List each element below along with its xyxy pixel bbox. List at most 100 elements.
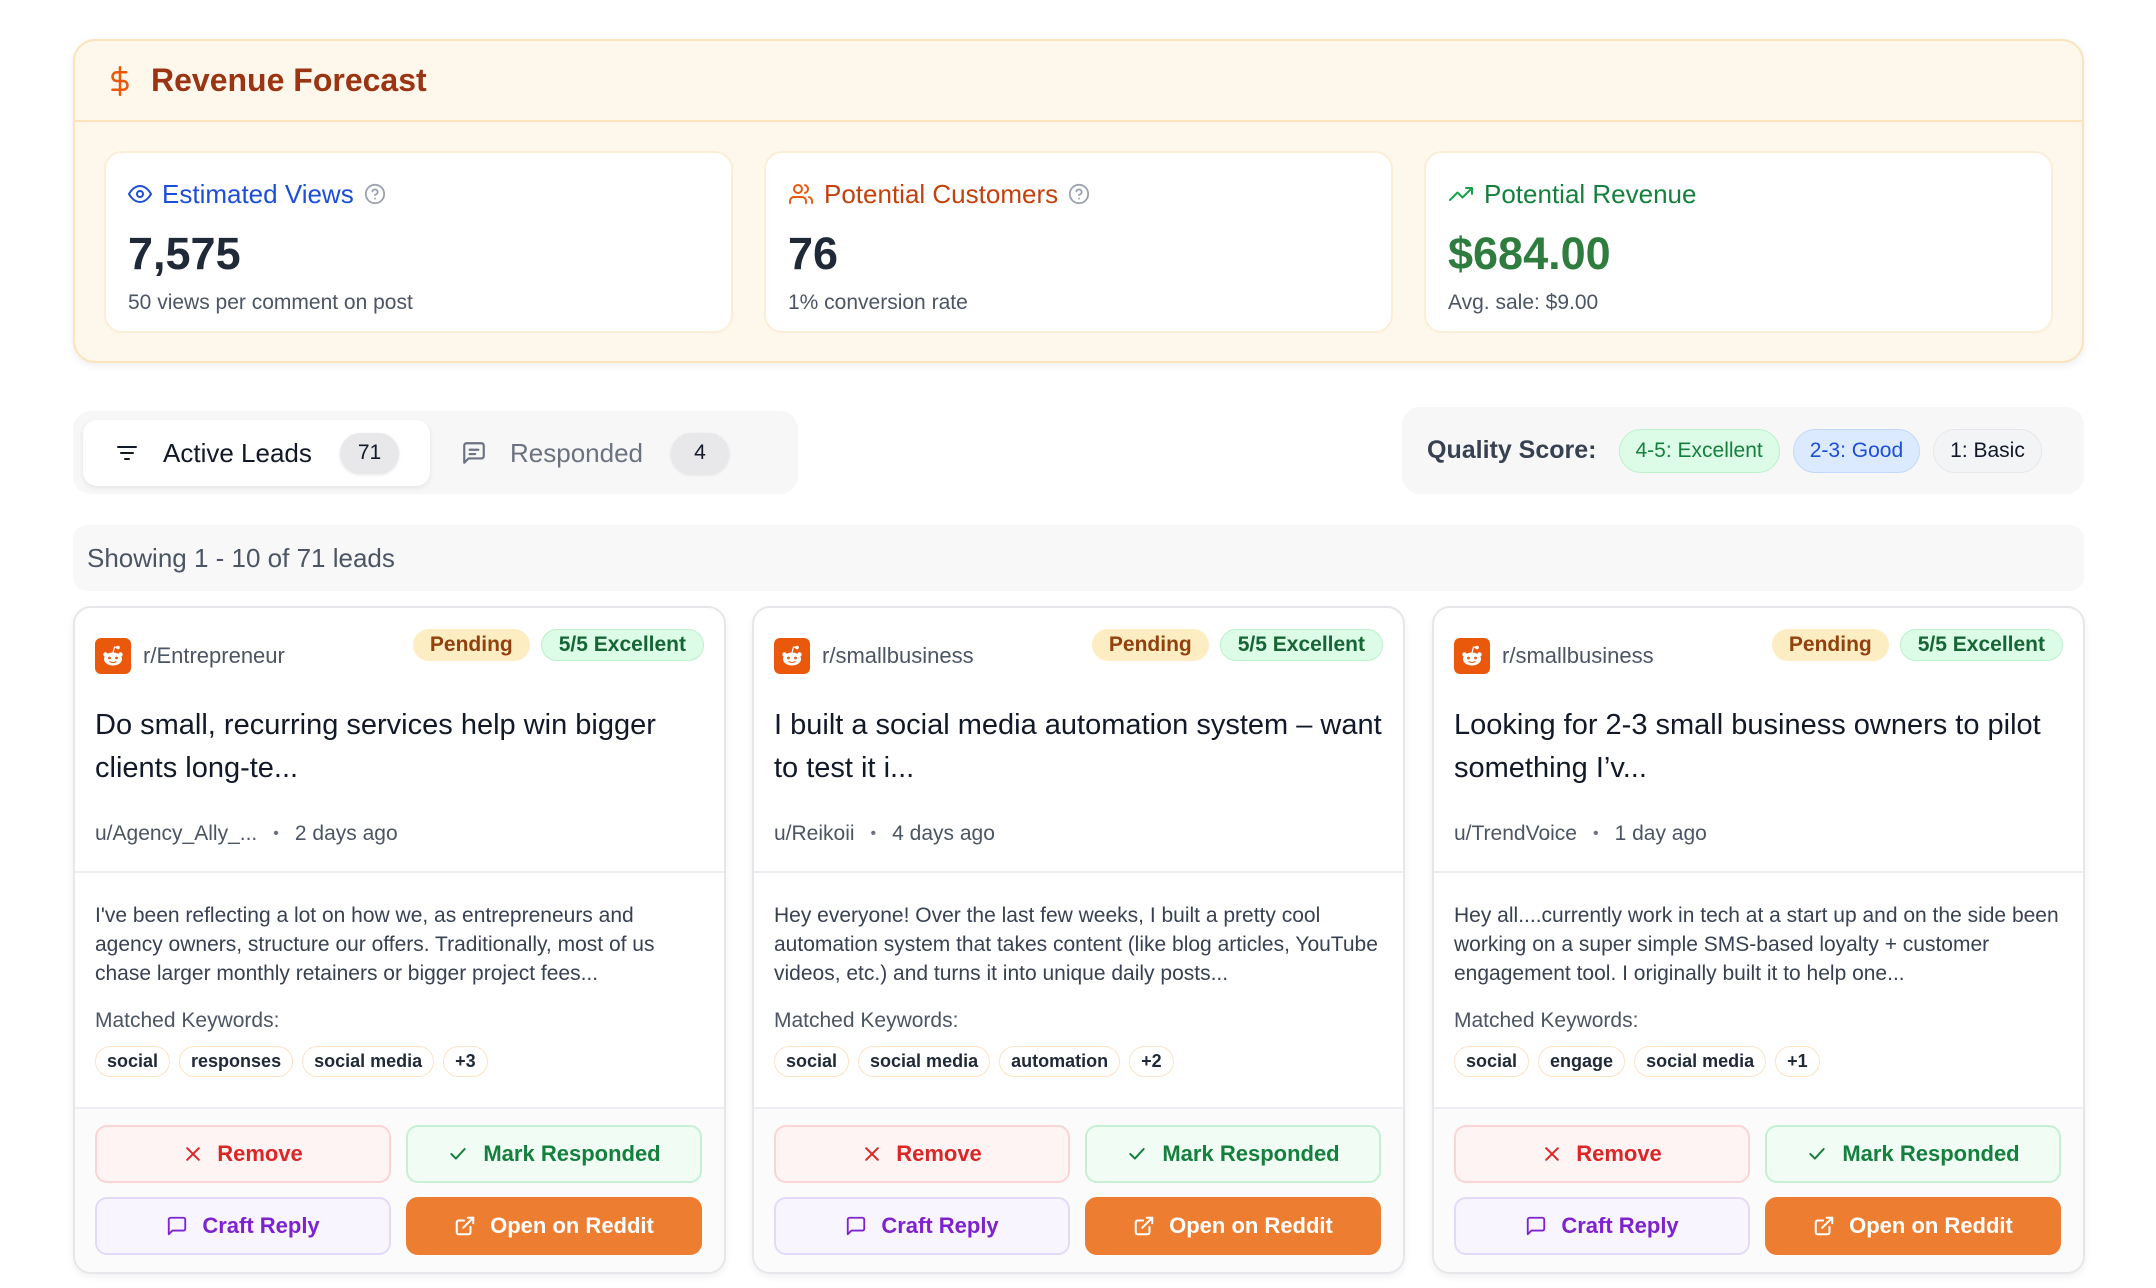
author-name: u/Reikoii xyxy=(774,822,855,845)
pagination-summary: Showing 1 - 10 of 71 leads xyxy=(73,525,2084,591)
lead-title[interactable]: Looking for 2-3 small business owners to… xyxy=(1454,704,2063,790)
keyword-more-chip[interactable]: +1 xyxy=(1775,1046,1820,1077)
remove-button[interactable]: Remove xyxy=(774,1125,1070,1183)
open-on-reddit-button[interactable]: Open on Reddit xyxy=(406,1197,702,1255)
mark-responded-label: Mark Responded xyxy=(483,1141,661,1166)
trending-up-icon xyxy=(1448,182,1474,206)
keyword-list: social engage social media +1 xyxy=(1454,1046,1820,1077)
metric-subtext: 50 views per comment on post xyxy=(128,291,413,314)
keyword-chip: social media xyxy=(1634,1046,1767,1077)
keyword-chip: social xyxy=(95,1046,171,1077)
post-time: 1 day ago xyxy=(1614,822,1707,845)
quality-badge-basic: 1: Basic xyxy=(1933,428,2042,473)
craft-reply-label: Craft Reply xyxy=(881,1213,999,1238)
check-icon xyxy=(1126,1144,1148,1164)
metric-label: Estimated Views xyxy=(162,178,354,209)
dollar-icon xyxy=(105,63,135,99)
tab-count-badge: 4 xyxy=(671,432,729,474)
revenue-forecast-header: Revenue Forecast xyxy=(75,41,2082,122)
users-icon xyxy=(788,182,814,206)
metric-label: Potential Customers xyxy=(824,178,1059,209)
close-icon xyxy=(183,1144,203,1164)
subreddit-name: r/smallbusiness xyxy=(822,643,974,668)
keyword-chip: social xyxy=(774,1046,850,1077)
help-icon[interactable] xyxy=(364,183,386,205)
message-icon xyxy=(1525,1215,1547,1237)
mark-responded-label: Mark Responded xyxy=(1162,1141,1340,1166)
mark-responded-button[interactable]: Mark Responded xyxy=(1085,1125,1381,1183)
post-time: 2 days ago xyxy=(294,822,398,845)
remove-button[interactable]: Remove xyxy=(1454,1125,1750,1183)
remove-label: Remove xyxy=(217,1141,303,1166)
lead-title[interactable]: I built a social media automation system… xyxy=(774,704,1383,790)
message-icon xyxy=(460,440,488,466)
author-name: u/Agency_Ally_... xyxy=(95,822,258,845)
eye-icon xyxy=(128,182,152,206)
mark-responded-label: Mark Responded xyxy=(1842,1141,2020,1166)
keyword-chip: social media xyxy=(302,1046,435,1077)
reddit-icon xyxy=(95,638,131,674)
metric-value: $684.00 xyxy=(1448,228,1611,279)
quality-badge-excellent: 4-5: Excellent xyxy=(1618,428,1780,473)
matched-keywords-label: Matched Keywords: xyxy=(774,1009,959,1032)
status-badge: Pending xyxy=(1771,629,1889,661)
remove-label: Remove xyxy=(1576,1141,1662,1166)
lead-title[interactable]: Do small, recurring services help win bi… xyxy=(95,704,704,790)
quality-score-label: Quality Score: xyxy=(1427,436,1597,464)
quality-badge: 5/5 Excellent xyxy=(540,629,704,661)
craft-reply-button[interactable]: Craft Reply xyxy=(774,1197,1070,1255)
keyword-more-chip[interactable]: +3 xyxy=(443,1046,488,1077)
tab-responded[interactable]: Responded 4 xyxy=(430,420,788,486)
lead-excerpt: Hey all....currently work in tech at a s… xyxy=(1454,904,2059,985)
external-link-icon xyxy=(1133,1215,1155,1237)
quality-badge: 5/5 Excellent xyxy=(1219,629,1383,661)
remove-label: Remove xyxy=(896,1141,982,1166)
metric-value: 7,575 xyxy=(128,228,241,279)
mark-responded-button[interactable]: Mark Responded xyxy=(406,1125,702,1183)
separator-dot: • xyxy=(1592,825,1599,842)
external-link-icon xyxy=(1813,1215,1835,1237)
subreddit-name: r/Entrepreneur xyxy=(143,643,285,668)
matched-keywords-label: Matched Keywords: xyxy=(95,1009,280,1032)
metric-estimated-views: Estimated Views 7,575 50 views per comme… xyxy=(104,151,733,333)
keyword-more-chip[interactable]: +2 xyxy=(1129,1046,1174,1077)
message-icon xyxy=(845,1215,867,1237)
lead-card: r/smallbusiness Pending 5/5 Excellent I … xyxy=(752,606,1405,1274)
metric-subtext: 1% conversion rate xyxy=(788,291,968,314)
craft-reply-button[interactable]: Craft Reply xyxy=(1454,1197,1750,1255)
keyword-chip: engage xyxy=(1538,1046,1626,1077)
remove-button[interactable]: Remove xyxy=(95,1125,391,1183)
check-icon xyxy=(447,1144,469,1164)
open-on-reddit-label: Open on Reddit xyxy=(1169,1213,1333,1238)
metric-value: 76 xyxy=(788,228,839,279)
craft-reply-button[interactable]: Craft Reply xyxy=(95,1197,391,1255)
reddit-icon xyxy=(774,638,810,674)
lead-tabs: Active Leads 71 Responded 4 xyxy=(73,411,798,494)
metric-label: Potential Revenue xyxy=(1484,178,1697,209)
quality-score-legend: Quality Score: 4-5: Excellent 2-3: Good … xyxy=(1402,407,2084,494)
revenue-forecast-panel: Revenue Forecast Estimated Views 7,575 5… xyxy=(73,39,2084,363)
lead-card: r/smallbusiness Pending 5/5 Excellent Lo… xyxy=(1432,606,2085,1274)
filter-icon xyxy=(113,441,141,465)
help-icon[interactable] xyxy=(1068,183,1090,205)
reddit-icon xyxy=(1454,638,1490,674)
open-on-reddit-button[interactable]: Open on Reddit xyxy=(1765,1197,2061,1255)
keyword-chip: social media xyxy=(858,1046,991,1077)
matched-keywords-label: Matched Keywords: xyxy=(1454,1009,1639,1032)
keyword-chip: automation xyxy=(999,1046,1121,1077)
tab-label: Responded xyxy=(510,437,643,468)
quality-badge: 5/5 Excellent xyxy=(1899,629,2063,661)
external-link-icon xyxy=(454,1215,476,1237)
author-name: u/TrendVoice xyxy=(1454,822,1577,845)
keyword-chip: social xyxy=(1454,1046,1530,1077)
close-icon xyxy=(1542,1144,1562,1164)
separator-dot: • xyxy=(273,825,279,842)
open-on-reddit-button[interactable]: Open on Reddit xyxy=(1085,1197,1381,1255)
open-on-reddit-label: Open on Reddit xyxy=(490,1213,654,1238)
mark-responded-button[interactable]: Mark Responded xyxy=(1765,1125,2061,1183)
keyword-list: social social media automation +2 xyxy=(774,1046,1174,1077)
close-icon xyxy=(862,1144,882,1164)
metric-potential-customers: Potential Customers 76 1% conversion rat… xyxy=(764,151,1393,333)
subreddit-name: r/smallbusiness xyxy=(1502,643,1654,668)
tab-active-leads[interactable]: Active Leads 71 xyxy=(83,420,430,486)
